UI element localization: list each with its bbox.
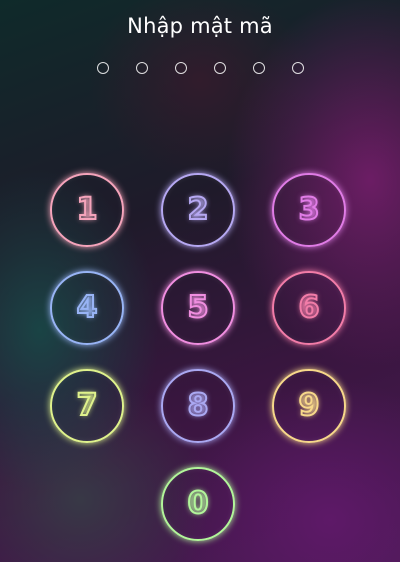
key-9-label: 9 [298, 388, 321, 423]
key-2-button[interactable]: 2 [161, 173, 235, 247]
key-7-label: 7 [76, 388, 99, 423]
key-8-label: 8 [187, 388, 210, 423]
key-8-button[interactable]: 8 [161, 369, 235, 443]
key-5-label: 5 [187, 290, 210, 325]
key-0-button[interactable]: 0 [161, 467, 235, 541]
key-4-label: 4 [76, 290, 99, 325]
passcode-screen: Nhập mật mã 1 2 3 4 5 6 7 8 9 0 [0, 0, 400, 562]
key-4-button[interactable]: 4 [50, 271, 124, 345]
key-7-button[interactable]: 7 [50, 369, 124, 443]
key-3-label: 3 [298, 192, 321, 227]
key-1-button[interactable]: 1 [50, 173, 124, 247]
key-0-label: 0 [187, 486, 210, 521]
key-5-button[interactable]: 5 [161, 271, 235, 345]
key-3-button[interactable]: 3 [272, 173, 346, 247]
key-6-button[interactable]: 6 [272, 271, 346, 345]
key-1-label: 1 [76, 192, 99, 227]
key-6-label: 6 [298, 290, 321, 325]
keypad: 1 2 3 4 5 6 7 8 9 0 [0, 0, 400, 562]
key-9-button[interactable]: 9 [272, 369, 346, 443]
key-2-label: 2 [187, 192, 210, 227]
